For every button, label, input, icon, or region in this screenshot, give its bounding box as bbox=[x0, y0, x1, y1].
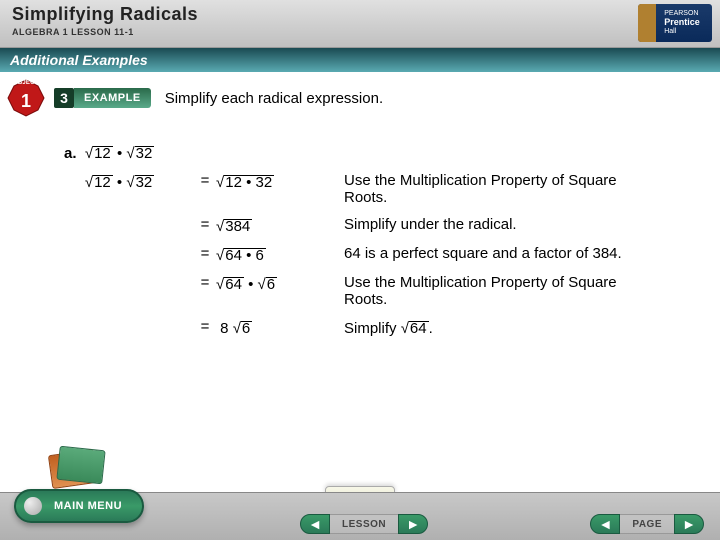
lesson-label: LESSON bbox=[330, 514, 398, 534]
footer-bar: MAIN MENU ◄ LESSON ► ◄ PAGE ► bbox=[0, 492, 720, 540]
step-row: 12 • 32 = 12 • 32 Use the Multiplication… bbox=[64, 167, 656, 211]
lesson-nav: ◄ LESSON ► bbox=[300, 514, 428, 534]
page-label: PAGE bbox=[620, 514, 674, 534]
page-subtitle: ALGEBRA 1 LESSON 11-1 bbox=[12, 27, 198, 37]
objective-row: OBJECTIVE 1 3 EXAMPLE Simplify each radi… bbox=[6, 78, 706, 118]
step-row: = 384 Simplify under the radical. bbox=[64, 211, 656, 240]
additional-examples-label: Additional Examples bbox=[10, 52, 148, 68]
example-prompt: Simplify each radical expression. bbox=[165, 90, 383, 107]
lesson-next-button[interactable]: ► bbox=[398, 514, 428, 534]
step-row: = 8 6 Simplify 64. bbox=[64, 313, 656, 342]
worked-solution: a. 12 • 32 12 • 32 = 12 • 32 Use the Mul… bbox=[64, 138, 706, 342]
lesson-prev-button[interactable]: ◄ bbox=[300, 514, 330, 534]
step-row: = 64 • 6 Use the Multiplication Property… bbox=[64, 269, 656, 313]
additional-examples-bar: Additional Examples bbox=[0, 48, 720, 72]
objective-badge: OBJECTIVE 1 bbox=[6, 78, 46, 118]
page-next-button[interactable]: ► bbox=[674, 514, 704, 534]
publisher-logo: PEARSONPrenticeHall bbox=[638, 4, 712, 42]
example-tag: 3 EXAMPLE bbox=[54, 87, 151, 109]
example-number: 3 bbox=[54, 88, 74, 108]
page-prev-button[interactable]: ◄ bbox=[590, 514, 620, 534]
problem-given: a. 12 • 32 bbox=[64, 138, 656, 167]
page-nav: ◄ PAGE ► bbox=[590, 514, 704, 534]
example-label: EXAMPLE bbox=[74, 88, 151, 108]
step-row: = 64 • 6 64 is a perfect square and a fa… bbox=[64, 240, 656, 269]
title-bar: Simplifying Radicals ALGEBRA 1 LESSON 11… bbox=[0, 0, 720, 48]
decorative-stamps bbox=[48, 446, 104, 490]
page-title: Simplifying Radicals bbox=[12, 4, 198, 25]
main-menu-button[interactable]: MAIN MENU bbox=[14, 489, 144, 523]
